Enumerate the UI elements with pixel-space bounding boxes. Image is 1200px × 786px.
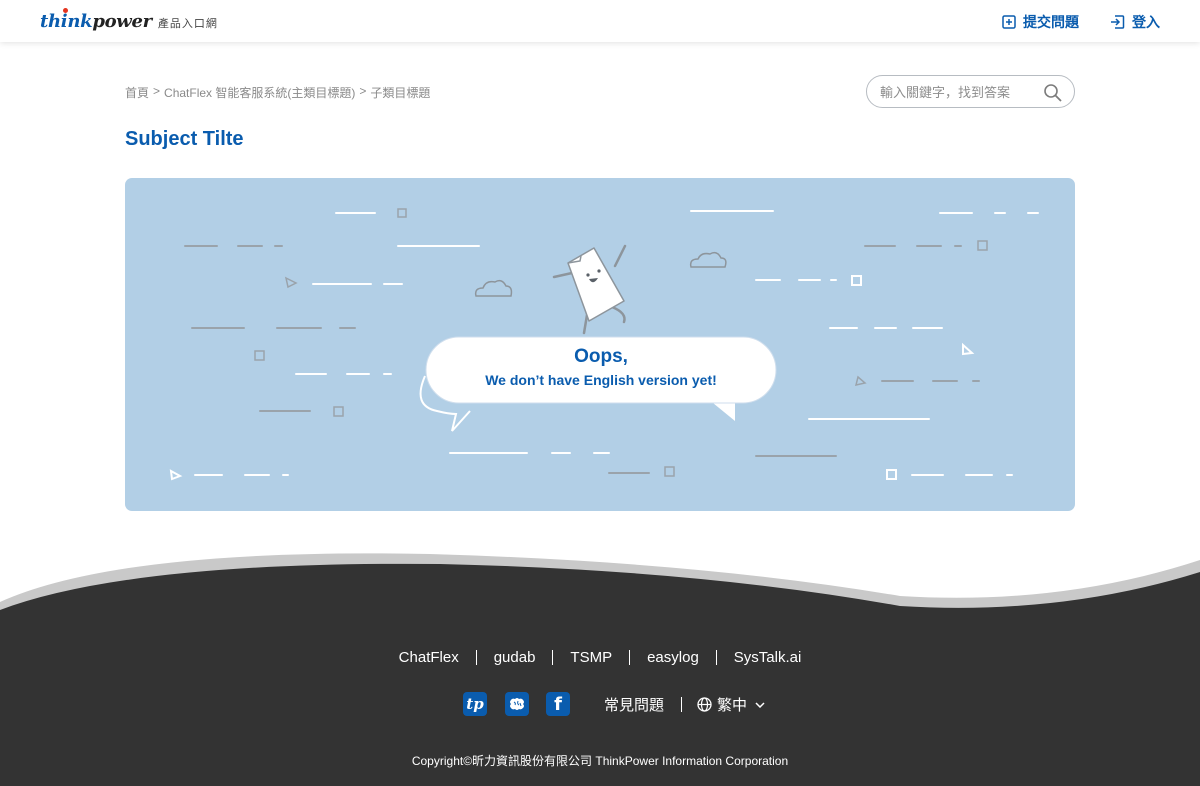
thinkpower-logo[interactable]: thinkpower 產品入口網 bbox=[40, 8, 218, 32]
footer-link-gudab[interactable]: gudab bbox=[494, 649, 536, 666]
brain-icon[interactable] bbox=[505, 692, 529, 716]
breadcrumb-separator: > bbox=[153, 84, 161, 98]
logo-red-dot bbox=[63, 8, 68, 13]
submit-question-label: 提交問題 bbox=[1023, 14, 1079, 30]
breadcrumb-subcategory: 子類目標題 bbox=[370, 86, 431, 100]
search-box bbox=[866, 75, 1075, 108]
footer-link-divider bbox=[475, 650, 477, 665]
footer-wave bbox=[0, 553, 1200, 614]
login-button[interactable]: 登入 bbox=[1110, 12, 1160, 32]
footer-divider bbox=[681, 697, 682, 712]
faq-link[interactable]: 常見問題 bbox=[604, 694, 664, 715]
oops-heading: Oops, bbox=[574, 346, 628, 367]
logo-think-text: think bbox=[40, 11, 93, 32]
no-english-version-banner: Oops, We don’t have English version yet! bbox=[125, 178, 1075, 511]
footer-link-chatflex[interactable]: ChatFlex bbox=[399, 649, 459, 666]
chevron-down-icon bbox=[755, 701, 765, 708]
breadcrumb-home[interactable]: 首頁 bbox=[125, 84, 149, 101]
footer-link-easylog[interactable]: easylog bbox=[647, 649, 699, 666]
login-label: 登入 bbox=[1132, 14, 1160, 30]
footer-product-links: ChatFlex gudab TSMP easylog SysTalk.ai bbox=[0, 649, 1200, 666]
footer-link-divider bbox=[552, 650, 554, 665]
globe-icon bbox=[697, 697, 712, 712]
breadcrumb: 首頁 > ChatFlex 智能客服系統(主類目標題) > 子類目標題 bbox=[125, 84, 430, 101]
footer-secondary-row: tp f 常見問題 繁中 bbox=[0, 692, 1200, 716]
oops-speech-bubble: Oops, We don’t have English version yet! bbox=[426, 338, 776, 402]
logo-wordmark: thinkpower bbox=[40, 8, 152, 32]
logo-power-text: power bbox=[92, 11, 152, 32]
thinkpower-tp-icon[interactable]: tp bbox=[463, 692, 487, 716]
breadcrumb-category[interactable]: ChatFlex 智能客服系統(主類目標題) bbox=[164, 84, 355, 101]
search-input[interactable] bbox=[880, 83, 1040, 101]
logo-subtitle: 產品入口網 bbox=[157, 18, 218, 30]
login-arrow-icon bbox=[1111, 15, 1125, 29]
breadcrumb-separator: > bbox=[359, 84, 367, 98]
page-title: Subject Tilte bbox=[125, 128, 244, 150]
footer-link-tsmp[interactable]: TSMP bbox=[570, 649, 612, 666]
language-label: 繁中 bbox=[717, 697, 748, 714]
top-header: thinkpower 產品入口網 提交問題 登入 bbox=[0, 0, 1200, 42]
footer-link-divider bbox=[629, 650, 631, 665]
facebook-icon[interactable]: f bbox=[546, 692, 570, 716]
footer-link-systalk[interactable]: SysTalk.ai bbox=[734, 649, 802, 666]
paper-character bbox=[552, 244, 627, 335]
copyright-text: Copyright©昕力資訊股份有限公司 ThinkPower Informat… bbox=[411, 754, 789, 768]
plus-square-icon bbox=[1002, 15, 1016, 29]
site-footer: ChatFlex gudab TSMP easylog SysTalk.ai t… bbox=[0, 612, 1200, 786]
oops-message: We don’t have English version yet! bbox=[485, 372, 717, 388]
brain-glyph bbox=[510, 698, 524, 710]
footer-link-divider bbox=[715, 650, 717, 665]
language-selector[interactable]: 繁中 bbox=[697, 694, 765, 715]
submit-question-button[interactable]: 提交問題 bbox=[1002, 12, 1079, 32]
search-icon[interactable] bbox=[1043, 83, 1063, 103]
